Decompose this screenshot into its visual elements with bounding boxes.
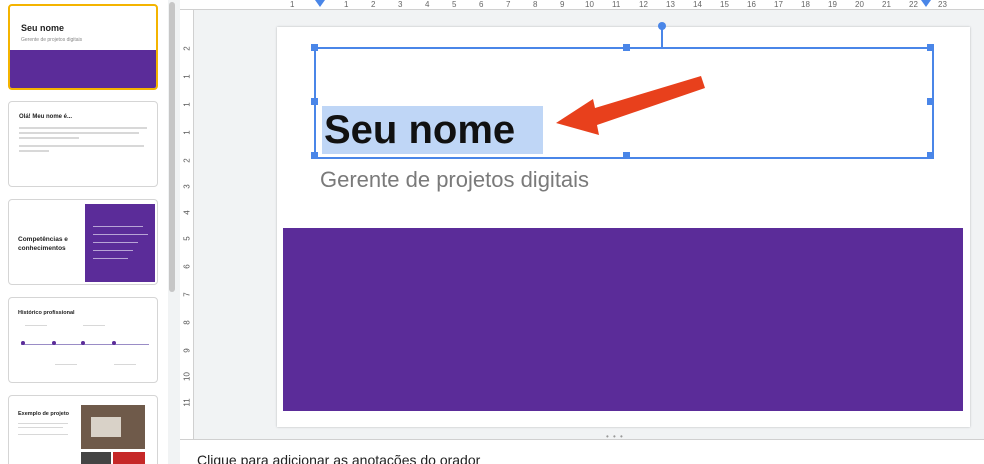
speaker-notes[interactable]: Clique para adicionar as anotações do or… [180, 440, 984, 464]
thumb-text-line [19, 145, 144, 147]
current-slide[interactable]: Seu nome Gerente de projetos digitais [277, 22, 970, 427]
thumb-title: Exemplo de projeto [18, 411, 70, 417]
thumb-timeline [21, 344, 149, 345]
speaker-notes-placeholder[interactable]: Clique para adicionar as anotações do or… [197, 452, 480, 464]
scrollbar-thumb[interactable] [169, 2, 175, 292]
thumb-title: Seu nome [21, 23, 65, 33]
thumb-title: Competências e conhecimentos [18, 236, 68, 252]
vertical-ruler[interactable]: 2 1 1 1 2 3 4 5 6 7 8 9 10 11 [180, 10, 194, 440]
right-indent-marker-icon[interactable] [921, 0, 931, 7]
slide-thumbnail-1[interactable]: Seu nome Gerente de projetos digitais [8, 4, 158, 90]
thumb-band [10, 50, 156, 88]
indent-marker-icon[interactable] [315, 0, 325, 7]
thumb-text-line [19, 150, 49, 152]
horizontal-ruler[interactable]: 1 1 2 3 4 5 6 7 8 9 10 11 12 13 14 15 16… [180, 0, 984, 10]
thumb-text-line [19, 127, 147, 129]
slide-thumbnail-2[interactable]: Olá! Meu nome é... [8, 101, 158, 187]
slide-filmstrip: Seu nome Gerente de projetos digitais Ol… [0, 0, 170, 464]
filmstrip-scrollbar[interactable] [168, 0, 176, 464]
thumb-text-line [19, 137, 79, 139]
slide-thumbnail-4[interactable]: Histórico profissional [8, 297, 158, 383]
slide-thumbnail-3[interactable]: Competências e conhecimentos [8, 199, 158, 285]
thumb-subtitle: Gerente de projetos digitais [21, 37, 83, 43]
slide-canvas: Seu nome Gerente de projetos digitais [195, 11, 984, 439]
thumb-photo [81, 405, 145, 449]
red-arrow-annotation-icon [556, 76, 705, 135]
thumb-title: Histórico profissional [18, 310, 75, 316]
slide-thumbnail-5[interactable]: Exemplo de projeto [8, 395, 158, 464]
thumb-band [85, 204, 155, 282]
thumb-title: Olá! Meu nome é... [19, 114, 73, 120]
thumb-text-line [19, 132, 139, 134]
slides-editor: Seu nome Gerente de projetos digitais Ol… [0, 0, 984, 464]
